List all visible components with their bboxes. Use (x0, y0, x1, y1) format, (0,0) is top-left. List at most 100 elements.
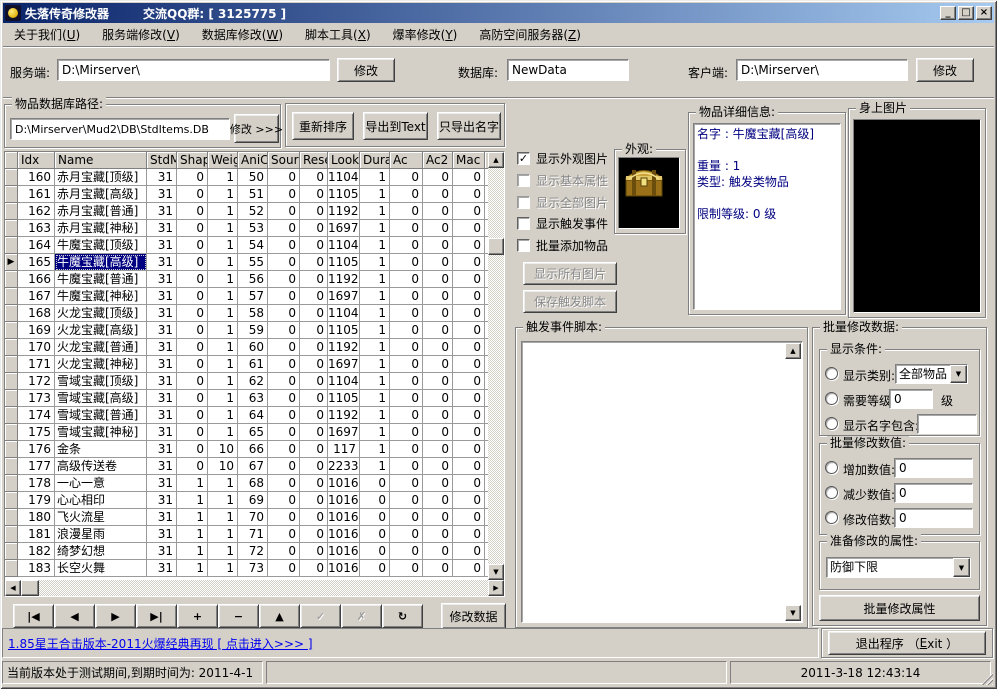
menu-item-X[interactable]: 脚本工具(X) (294, 26, 382, 43)
table-row-selected[interactable]: ▶165牛魔宝藏[高级]3101550011051000 (5, 254, 505, 271)
column-header-Sourc[interactable]: Sourc (268, 152, 300, 169)
itemdb-modify-button[interactable]: 修改 >>> (234, 114, 279, 143)
table-row[interactable]: 179心心相印3111690010160000 (5, 492, 505, 509)
nav-insert-button[interactable]: + (177, 604, 218, 628)
radio-display-category[interactable] (825, 367, 838, 380)
nav-edit-button[interactable]: ▲ (259, 604, 300, 628)
checkbox-option-4[interactable]: 批量添加物品 (517, 238, 608, 253)
maximize-icon[interactable]: □ (958, 6, 974, 20)
table-row[interactable]: 164牛魔宝藏[顶级]3101540011041000 (5, 237, 505, 254)
column-header-Reser[interactable]: Reser (300, 152, 328, 169)
checkbox-option-3[interactable]: 显示触发事件 (517, 216, 608, 231)
column-header-Ac[interactable]: Ac (390, 152, 423, 169)
table-row[interactable]: 182绮梦幻想3111720010160000 (5, 543, 505, 560)
table-row[interactable]: 169火龙宝藏[高级]3101590011051000 (5, 322, 505, 339)
column-header-Weigh[interactable]: Weigh (208, 152, 238, 169)
table-row[interactable]: 181浪漫星雨3111710010160000 (5, 526, 505, 543)
category-dropdown[interactable]: 全部物品 ▼ (895, 364, 968, 384)
nav-first-button[interactable]: |◀ (13, 604, 54, 628)
client-path-input[interactable]: D:\Mirserver\ (736, 59, 908, 81)
table-row[interactable]: 168火龙宝藏[顶级]3101580011041000 (5, 305, 505, 322)
scroll-right-icon[interactable]: ▶ (488, 580, 504, 596)
modify-data-button[interactable]: 修改数据 (441, 603, 506, 629)
table-row[interactable]: 161赤月宝藏[高级]3101510011051000 (5, 186, 505, 203)
menu-item-Z[interactable]: 高防空间服务器(Z) (468, 26, 592, 43)
chevron-down-icon[interactable]: ▼ (950, 365, 967, 383)
menu-item-U[interactable]: 关于我们(U) (3, 26, 91, 43)
close-icon[interactable]: × (976, 6, 992, 20)
table-row[interactable]: 175雪域宝藏[神秘]3101650016971000 (5, 424, 505, 441)
table-row[interactable]: 167牛魔宝藏[神秘]3101570016971000 (5, 288, 505, 305)
table-row[interactable]: 160赤月宝藏[顶级]3101500011041000 (5, 169, 505, 186)
radio-name-contains[interactable] (825, 417, 838, 430)
table-row[interactable]: 172雪域宝藏[顶级]3101620011041000 (5, 373, 505, 390)
server-path-input[interactable]: D:\Mirserver\ (57, 59, 330, 81)
column-header-Name[interactable]: Name (55, 152, 147, 169)
table-row[interactable]: 176金条3101066001171000 (5, 441, 505, 458)
resort-button[interactable]: 重新排序 (292, 112, 354, 140)
nav-prior-button[interactable]: ◀ (54, 604, 95, 628)
column-header-Mac[interactable]: Mac (453, 152, 485, 169)
menu-item-W[interactable]: 数据库修改(W) (191, 26, 294, 43)
column-header-Idx[interactable]: Idx (18, 152, 55, 169)
scroll-up-icon[interactable]: ▲ (488, 152, 504, 168)
server-modify-button[interactable]: 修改 (337, 58, 395, 82)
vscroll-thumb[interactable] (488, 238, 504, 255)
itemdb-path-input[interactable]: D:\Mirserver\Mud2\DB\StdItems.DB (10, 118, 230, 140)
hscroll-thumb[interactable] (21, 580, 39, 596)
sub-value-input[interactable]: 0 (894, 483, 973, 503)
minimize-icon[interactable]: _ (940, 6, 956, 20)
title-bar[interactable]: 失落传奇修改器 交流QQ群: [ 3125775 ] _ □ × (3, 3, 994, 23)
scroll-down-icon[interactable]: ▼ (488, 564, 504, 580)
column-header-Ac2[interactable]: Ac2 (423, 152, 453, 169)
table-row[interactable]: 162赤月宝藏[普通]3101520011921000 (5, 203, 505, 220)
chevron-down-icon[interactable]: ▼ (953, 558, 970, 577)
export-names-button[interactable]: 只导出名字 (437, 112, 501, 140)
add-value-input[interactable]: 0 (894, 458, 973, 478)
mul-value-input[interactable]: 0 (894, 508, 973, 528)
menu-item-Y[interactable]: 爆率修改(Y) (382, 26, 469, 43)
radio-sub-value[interactable] (825, 486, 838, 499)
nav-next-button[interactable]: ▶ (95, 604, 136, 628)
table-row[interactable]: 173雪域宝藏[高级]3101630011051000 (5, 390, 505, 407)
nav-refresh-button[interactable]: ↻ (382, 604, 423, 628)
attribute-dropdown[interactable]: 防御下限 ▼ (826, 557, 971, 578)
nav-delete-button[interactable]: − (218, 604, 259, 628)
trigger-script-textarea[interactable]: ▲ ▼ (521, 341, 803, 623)
table-row[interactable]: 178一心一意3111680010160000 (5, 475, 505, 492)
column-header-Looks[interactable]: Looks (328, 152, 360, 169)
cell-DuraM: 0 (360, 509, 390, 526)
table-row[interactable]: 180飞火流星3111700010160000 (5, 509, 505, 526)
batch-apply-button[interactable]: 批量修改属性 (819, 595, 980, 621)
table-row[interactable]: 170火龙宝藏[普通]3101600011921000 (5, 339, 505, 356)
script-scroll-down-icon[interactable]: ▼ (785, 605, 801, 621)
need-level-input[interactable]: 0 (889, 389, 933, 409)
scroll-left-icon[interactable]: ◀ (5, 580, 21, 596)
exit-button[interactable]: 退出程序 （Exit ） (828, 631, 986, 655)
nav-last-button[interactable]: ▶| (136, 604, 177, 628)
client-modify-button[interactable]: 修改 (916, 58, 974, 82)
column-header-StdMo[interactable]: StdMo (147, 152, 177, 169)
table-row[interactable]: 177高级传送卷31010670022331000 (5, 458, 505, 475)
promo-link[interactable]: 1.85星王合击版本-2011火爆经典再现 [ 点击进入>>> ] (8, 635, 313, 652)
table-vertical-scrollbar[interactable]: ▲ ▼ (488, 152, 504, 580)
radio-mul-value[interactable] (825, 511, 838, 524)
menu-item-V[interactable]: 服务端修改(V) (91, 26, 191, 43)
column-header-DuraM[interactable]: DuraM (360, 152, 390, 169)
cell-Ac2: 0 (423, 475, 453, 492)
column-header-AniCo[interactable]: AniCo (238, 152, 268, 169)
table-horizontal-scrollbar[interactable]: ◀ ▶ (5, 580, 504, 596)
column-header-Shape[interactable]: Shape (177, 152, 208, 169)
table-row[interactable]: 166牛魔宝藏[普通]3101560011921000 (5, 271, 505, 288)
checkbox-option-0[interactable]: ✓显示外观图片 (517, 151, 608, 166)
table-row[interactable]: 163赤月宝藏[神秘]3101530016971000 (5, 220, 505, 237)
table-row[interactable]: 171火龙宝藏[神秘]3101610016971000 (5, 356, 505, 373)
export-text-button[interactable]: 导出到Text (363, 112, 428, 140)
name-contains-input[interactable] (917, 414, 977, 434)
radio-add-value[interactable] (825, 461, 838, 474)
database-input[interactable]: NewData (507, 59, 629, 81)
script-scroll-up-icon[interactable]: ▲ (785, 343, 801, 359)
table-row[interactable]: 174雪域宝藏[普通]3101640011921000 (5, 407, 505, 424)
radio-need-level[interactable] (825, 392, 838, 405)
table-row[interactable]: 183长空火舞3111730010160000 (5, 560, 505, 577)
